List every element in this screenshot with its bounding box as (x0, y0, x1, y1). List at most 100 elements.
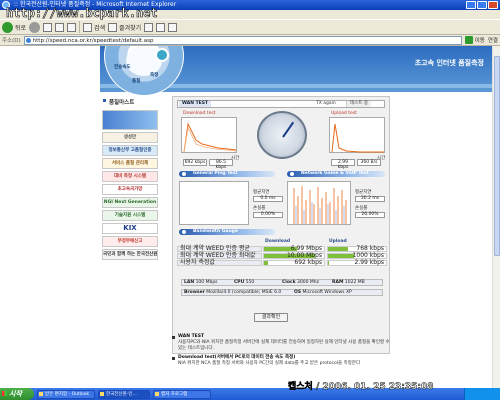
download-bar-fill (264, 261, 268, 265)
game-chart-spikes-2 (295, 202, 345, 224)
os-label: OS (294, 290, 302, 295)
upload-bar: 2.99 kbps (327, 260, 387, 266)
favorites-button[interactable]: 즐겨찾기 (108, 22, 142, 32)
clock-value: 3000 Mhz (297, 280, 320, 285)
game-loss-value: 26.00% (355, 212, 385, 218)
nav-item-nca[interactable]: 국민과 함께 하는 한국전산원 (102, 249, 158, 260)
upload-bar-fill (328, 247, 349, 251)
bandwidth-gauge-bar: Bandwidth Gauge (179, 229, 275, 235)
back-label: 뒤로 (15, 24, 27, 32)
favorites-label: 즐겨찾기 (119, 24, 142, 32)
download-bar-value: 10.00 Mbps (286, 252, 322, 259)
upload-bar-value: 2.99 kbps (354, 259, 384, 266)
nav-item-6[interactable]: 초고속국가망 (102, 184, 158, 195)
address-input[interactable]: http://speed.nca.or.kr/speedtest/default… (23, 35, 462, 45)
download-bar-value: 692 kbps (294, 259, 322, 266)
minimize-button[interactable] (466, 1, 476, 9)
address-bar: 주소(D) http://speed.nca.or.kr/speedtest/d… (0, 35, 500, 46)
nav-item-2[interactable]: 생성만 (102, 132, 158, 143)
upload-bar-value: 1000 kbps (352, 252, 384, 259)
print-icon[interactable] (168, 22, 178, 32)
capture-timestamp: 캡스처 / 2006. 01. 25 23:35:08 (288, 382, 434, 393)
window-controls (466, 1, 498, 9)
tab-wan-test[interactable]: WAN TEST (179, 101, 212, 107)
ram-value: 1022 MB (344, 280, 365, 285)
ping-chart (179, 181, 249, 225)
globe-label-1: 전송속도 (114, 65, 131, 70)
results-upload-head: Upload (329, 239, 347, 244)
stop-icon[interactable] (43, 22, 53, 32)
download-bar: 692 kbps (263, 260, 325, 266)
lan-label: LAN (184, 280, 195, 285)
os-info: OS Microsoft Windows XP (294, 290, 352, 295)
confirm-result-button[interactable]: 결과확인 (254, 313, 288, 322)
nav-title: 품질마스트 (102, 96, 158, 110)
home-icon[interactable] (67, 22, 77, 32)
start-button[interactable]: 시작 (0, 388, 34, 400)
address-label: 주소(D) (2, 38, 21, 44)
go-button[interactable]: 이동 (464, 36, 485, 44)
cpu-info: CPU 550 (234, 280, 254, 285)
refresh-icon[interactable] (55, 22, 65, 32)
maximize-button[interactable] (477, 1, 487, 9)
ping-latency-label: 평균지연 (253, 190, 270, 195)
mail-icon[interactable] (156, 22, 166, 32)
lan-value: 100 Mbps (195, 280, 218, 285)
search-button[interactable]: 검색 (83, 22, 105, 32)
download-avg-value: 86.5 kbps (209, 159, 233, 170)
taskbar-item-capture[interactable]: 캡처 프로그램 (153, 389, 211, 399)
back-button[interactable]: 뒤로 (2, 21, 27, 33)
scrollbar-thumb[interactable] (494, 56, 500, 256)
notes-section: WAN TEST 사용자PC와 NIA 위치한 품질측정 서버간에 실제 데이터… (172, 334, 390, 370)
nav-item-5[interactable]: 대비 측정 시스템 (102, 171, 158, 182)
note-item: Download test(서버에서 PC로의 데이터 전송 속도 측정) NI… (172, 355, 390, 367)
page-content: 전송속도 품질 측정 초고속 인터넷 품질측정 품질마스트 생성만 정보통신부 … (0, 46, 492, 388)
tab-tx-again[interactable]: TX again (313, 101, 339, 107)
upload-bar-fill (328, 254, 355, 258)
nav-item-kix[interactable]: KIX (102, 223, 158, 234)
close-button[interactable] (488, 1, 498, 9)
go-arrow-icon (464, 36, 473, 44)
lan-info: LAN 100 Mbps (184, 280, 218, 285)
note-text: 사용자PC와 NIA 위치한 품질측정 서버간에 실제 데이터를 전송하여 일정… (178, 340, 390, 351)
left-nav: 품질마스트 생성만 정보통신부 고품질인증 서비스 품질 관리제 대비 측정 시… (102, 96, 158, 262)
cpu-label: CPU (234, 280, 245, 285)
nav-item-4[interactable]: 서비스 품질 관리제 (102, 158, 158, 169)
taskbar-item-ie[interactable]: 한국전산원-인... (98, 389, 150, 399)
nav-item-tech-support[interactable]: 기술지원 시스템 (102, 210, 158, 221)
forward-button[interactable] (29, 21, 41, 33)
upload-bar-fill (328, 261, 330, 265)
table-row: 사용자 측정값 692 kbps 2.99 kbps (177, 260, 387, 266)
browser-label: Browser (184, 290, 205, 295)
globe-label-3: 측정 (150, 73, 159, 78)
upload-max-value: 2.99 kbps (331, 159, 355, 170)
history-icon[interactable] (144, 22, 154, 32)
game-latency-value: 30.2 ms (355, 196, 385, 202)
network-game-bar: Network Game & VoIP Test (287, 171, 385, 177)
vertical-scrollbar[interactable] (492, 46, 500, 388)
nav-item-3[interactable]: 정보통신부 고품질인증 (102, 145, 158, 156)
download-test-label: Download test (183, 111, 216, 116)
system-tray (464, 388, 500, 400)
game-latency-label: 평균지연 (355, 190, 372, 195)
nav-item-report[interactable]: 부정부패신고 (102, 236, 158, 247)
nav-item-ngi[interactable]: NGI Next Generation (102, 197, 158, 208)
upload-series-line (331, 123, 384, 153)
browser-info: Browser Mozilla/4.0 (compatible; MSIE 6.… (184, 290, 281, 295)
upload-chart-svg (331, 123, 384, 153)
tab-testing[interactable]: 테스트 중 (346, 101, 371, 107)
taskbar-item-outlook[interactable]: 받은 편지함 - Outlook (37, 389, 95, 399)
globe-label-2: 품질 (132, 79, 141, 84)
nav-banner-1[interactable] (102, 110, 158, 130)
general-ping-bar: General Ping Test (179, 171, 275, 177)
links-label[interactable]: 연결 (488, 36, 498, 44)
panel-tabs: WAN TEST TX again 테스트 중 (177, 100, 385, 108)
clock-label: Clock (282, 280, 296, 285)
search-icon (83, 22, 93, 32)
game-chart-svg (293, 186, 347, 224)
toolbar-separator (79, 21, 81, 33)
browser-toolbar: 뒤로 검색 즐겨찾기 (0, 19, 500, 35)
ping-loss-value: 0.00% (253, 212, 283, 218)
browser-value: Mozilla/4.0 (compatible; MSIE 6.0 (206, 290, 282, 295)
speed-gauge (257, 111, 307, 159)
